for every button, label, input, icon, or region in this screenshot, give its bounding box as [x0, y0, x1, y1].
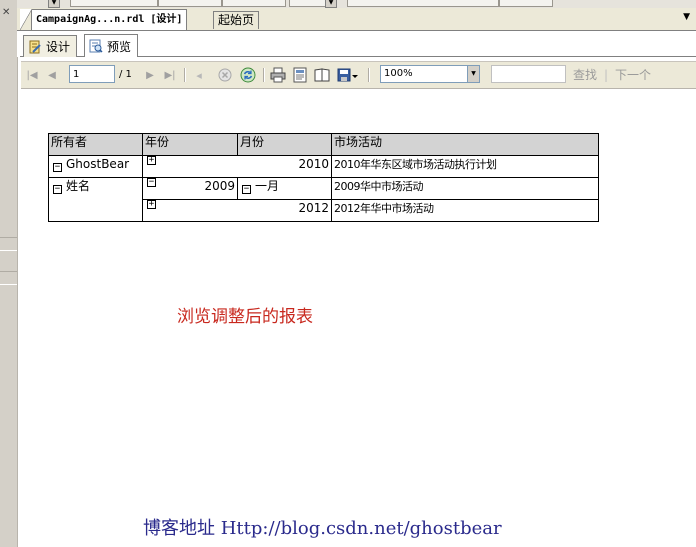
document-tab-strip: CampaignAg...n.rdl [设计] 起始页 ▼ [17, 8, 696, 31]
owner-name: GhostBear [66, 157, 130, 171]
caption-text: 浏览调整后的报表 [177, 307, 313, 327]
chevron-down-icon[interactable]: ▼ [48, 0, 60, 8]
collapse-icon[interactable]: − [242, 185, 251, 194]
stop-icon[interactable] [217, 66, 233, 84]
year-value: 2012 [298, 201, 329, 215]
owner-cell: − GhostBear [48, 155, 143, 178]
view-tab-strip: 设计 预览 [17, 31, 696, 57]
header-year: 年份 [142, 133, 238, 156]
year-value: 2010 [298, 157, 329, 171]
collapse-icon[interactable]: − [53, 185, 62, 194]
close-icon[interactable]: ✕ [2, 7, 10, 18]
header-owner: 所有者 [48, 133, 143, 156]
chevron-down-icon[interactable]: ▼ [683, 12, 690, 22]
year-cell: +2010 [142, 155, 332, 178]
chevron-down-icon[interactable]: ▼ [467, 65, 480, 83]
expand-icon[interactable]: + [147, 156, 156, 165]
design-icon [29, 40, 41, 53]
gutter-divider [0, 237, 17, 251]
owner-cell: − 姓名 [48, 177, 143, 222]
next-page-icon[interactable]: ▶ [143, 66, 157, 84]
print-icon[interactable] [269, 66, 287, 84]
chevron-down-icon[interactable]: ▼ [325, 0, 337, 8]
activity-cell: 2010年华东区域市场活动执行计划 [331, 155, 599, 178]
gutter-divider [0, 271, 17, 285]
report-toolbar: |◀ ◀ 1 / 1 ▶ ▶| ◂ 100% ▼ 查找 | 下一个 [21, 61, 696, 89]
year-value: 2009 [204, 179, 235, 193]
back-icon[interactable]: ◂ [192, 66, 206, 84]
expand-icon[interactable]: + [147, 200, 156, 209]
header-month: 月份 [237, 133, 332, 156]
table-row: − 姓名 −2009 − 一月 2009华中市场活动 [48, 177, 599, 222]
table-row: − GhostBear +2010 2010年华东区域市场活动执行计划 [48, 155, 599, 178]
tab-start-page[interactable]: 起始页 [213, 11, 260, 29]
last-page-icon[interactable]: ▶| [163, 66, 177, 84]
collapse-icon[interactable]: − [147, 178, 156, 187]
find-next-link[interactable]: 下一个 [615, 66, 651, 84]
find-separator: | [604, 68, 609, 82]
zoom-select[interactable]: 100% [380, 65, 480, 83]
month-value: 一月 [255, 179, 280, 193]
toolbar-dropdown[interactable] [70, 0, 158, 7]
page-number-input[interactable]: 1 [69, 65, 115, 83]
collapse-icon[interactable]: − [53, 163, 62, 172]
activity-cell: 2012年华中市场活动 [331, 199, 599, 222]
refresh-icon[interactable] [240, 66, 256, 84]
previous-page-icon[interactable]: ◀ [45, 66, 59, 84]
tab-preview-label: 预览 [107, 39, 132, 54]
find-input[interactable] [491, 65, 566, 83]
export-icon[interactable] [337, 66, 359, 84]
toolbar-dropdown[interactable] [158, 0, 222, 7]
toolbar-separator [184, 68, 186, 82]
find-link[interactable]: 查找 [573, 66, 597, 84]
month-cell: − 一月 [237, 177, 332, 200]
preview-icon [89, 39, 103, 53]
page-setup-icon[interactable] [313, 66, 331, 84]
tab-preview[interactable]: 预览 [84, 34, 139, 57]
tab-design-label: 设计 [46, 40, 71, 54]
toolbar-separator [368, 68, 370, 82]
page-count: / 1 [119, 69, 132, 80]
left-gutter: ✕ [0, 0, 18, 547]
blog-address: 博客地址 Http://blog.csdn.net/ghostbear [143, 518, 502, 539]
toolbar-dropdown[interactable] [222, 0, 286, 7]
owner-name: 姓名 [66, 179, 91, 193]
year-cell: +2012 [142, 199, 332, 222]
tab-design[interactable]: 设计 [23, 35, 78, 57]
tab-report-design[interactable]: CampaignAg...n.rdl [设计] [19, 9, 188, 30]
table-header-row: 所有者 年份 月份 市场活动 [48, 133, 599, 156]
first-page-icon[interactable]: |◀ [25, 66, 39, 84]
toolbar-dropdown[interactable] [347, 0, 499, 7]
toolbar-dropdown[interactable] [499, 0, 553, 7]
toolbar-dropdown[interactable] [289, 0, 329, 7]
print-layout-icon[interactable] [291, 66, 309, 84]
year-cell: − 2009 [142, 177, 238, 200]
activity-cell: 2009华中市场活动 [331, 177, 599, 200]
report-table: 所有者 年份 月份 市场活动 − GhostBear +2010 2010年华东区… [48, 133, 599, 222]
toolbar-separator [263, 68, 265, 82]
header-activity: 市场活动 [331, 133, 599, 156]
